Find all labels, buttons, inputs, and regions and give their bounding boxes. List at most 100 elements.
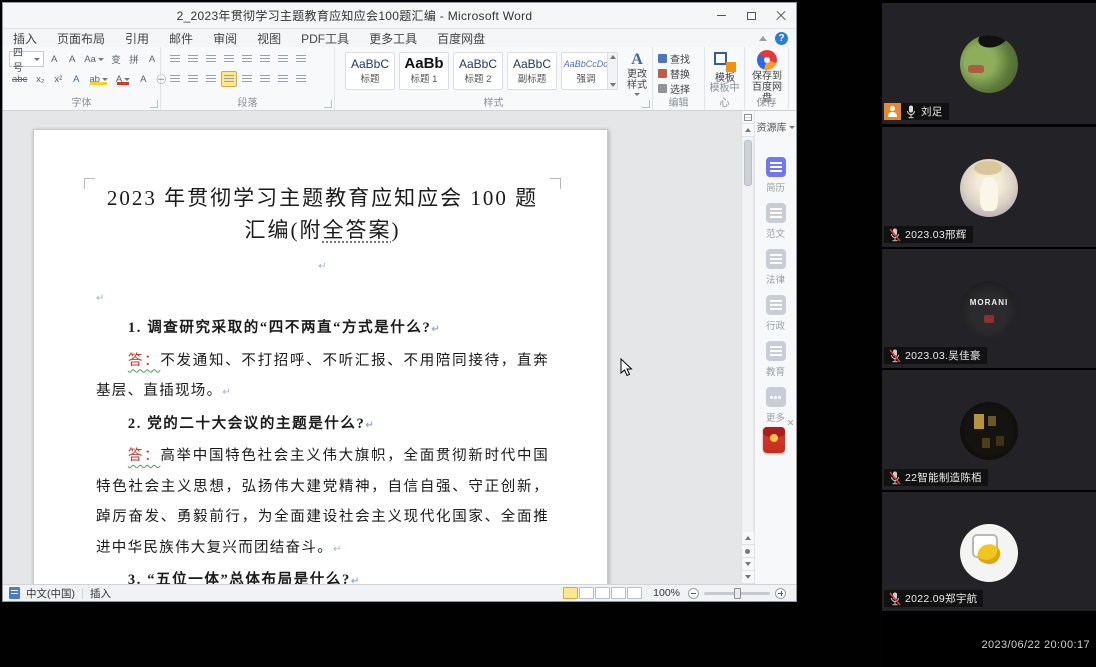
resource-item-resume[interactable]: 简历	[755, 157, 796, 194]
decrease-indent-icon[interactable]	[221, 51, 237, 67]
font-color-icon[interactable]: A	[113, 71, 133, 87]
answer-prefix: 答：	[128, 353, 160, 369]
change-styles-button[interactable]: A 更改样式	[623, 51, 651, 96]
outline-view-button[interactable]	[611, 587, 626, 599]
tab-references[interactable]: 引用	[115, 29, 159, 47]
multilevel-list-icon[interactable]	[203, 51, 219, 67]
resource-item-admin[interactable]: 行政	[755, 295, 796, 332]
replace-button[interactable]: 替换	[658, 67, 690, 80]
asian-layout-icon[interactable]	[257, 51, 273, 67]
zoom-slider[interactable]	[704, 592, 770, 595]
superscript-icon[interactable]: x²	[50, 71, 66, 87]
participant-tile[interactable]: 2023.03邢辉	[882, 127, 1096, 247]
style-heading[interactable]: AaBbC 标题	[345, 52, 395, 90]
style-heading-1[interactable]: AaBb 标题 1	[399, 52, 449, 90]
show-marks-icon[interactable]	[293, 51, 309, 67]
style-subtitle[interactable]: AaBbC 副标题	[507, 52, 557, 90]
title-bar: 2_2023年贯彻学习主题教育应知应会100题汇编 - Microsoft Wo…	[3, 3, 796, 29]
clear-format-icon[interactable]: 变	[108, 51, 124, 67]
participant-tile[interactable]: 22智能制造陈栢	[882, 370, 1096, 490]
text-effects-icon[interactable]: A	[68, 71, 84, 87]
styles-dialog-launcher-icon[interactable]	[642, 100, 650, 108]
borders-icon[interactable]	[293, 71, 309, 87]
tab-pdf-tools[interactable]: PDF工具	[291, 29, 359, 47]
bullets-icon[interactable]	[167, 51, 183, 67]
strikethrough-icon[interactable]: abc	[9, 71, 30, 87]
participant-tile[interactable]: 刘足	[882, 3, 1096, 124]
shading-icon[interactable]	[275, 71, 291, 87]
vertical-scrollbar[interactable]	[741, 111, 753, 584]
highlight-color-icon[interactable]: ab	[86, 71, 111, 87]
character-shading-icon[interactable]: A	[135, 71, 151, 87]
fullscreen-view-button[interactable]	[579, 587, 594, 599]
line-spacing-icon[interactable]	[257, 71, 273, 87]
previous-page-button[interactable]	[742, 532, 754, 545]
align-right-icon[interactable]	[203, 71, 219, 87]
participant-name: 22智能制造陈栢	[905, 470, 982, 485]
scroll-down-button[interactable]	[742, 571, 754, 584]
tab-view[interactable]: 视图	[247, 29, 291, 47]
tab-baidu-netdisk[interactable]: 百度网盘	[427, 29, 495, 47]
draft-view-button[interactable]	[627, 587, 642, 599]
zoom-out-button[interactable]	[688, 588, 699, 599]
insert-mode-indicator[interactable]: 插入	[90, 586, 111, 601]
justify-icon[interactable]	[221, 71, 237, 87]
zoom-slider-thumb[interactable]	[734, 588, 741, 599]
participant-tile[interactable]: MORANI 2023.03.吴佳豪	[882, 249, 1096, 368]
participant-label: 22智能制造陈栢	[884, 469, 988, 486]
change-case-icon[interactable]: Aa	[82, 51, 106, 67]
resource-item-law[interactable]: 法律	[755, 249, 796, 286]
styles-scrollbar[interactable]	[607, 52, 618, 90]
red-envelope-icon[interactable]	[763, 427, 785, 453]
zoom-in-button[interactable]	[775, 588, 786, 599]
browse-object-icon	[745, 549, 750, 554]
paragraph-dialog-launcher-icon[interactable]	[324, 100, 332, 108]
align-left-icon[interactable]	[167, 71, 183, 87]
tab-review[interactable]: 审阅	[203, 29, 247, 47]
scrollbar-thumb[interactable]	[744, 140, 752, 186]
ruler-toggle-button[interactable]	[742, 111, 754, 124]
align-center-icon[interactable]	[185, 71, 201, 87]
help-icon[interactable]: ?	[775, 32, 788, 45]
editing-group: 查找 替换 选择 编辑	[653, 47, 705, 110]
print-layout-view-button[interactable]	[563, 587, 578, 599]
font-size-select[interactable]: 四号	[9, 51, 44, 67]
find-button[interactable]: 查找	[658, 52, 690, 65]
grow-font-icon[interactable]: A	[46, 51, 62, 67]
tab-mailings[interactable]: 邮件	[159, 29, 203, 47]
numbering-icon[interactable]	[185, 51, 201, 67]
sort-icon[interactable]	[275, 51, 291, 67]
distribute-icon[interactable]	[239, 71, 255, 87]
subscript-icon[interactable]: x₂	[32, 71, 48, 87]
style-emphasis[interactable]: AaBbCcDd 强调	[561, 52, 611, 90]
increase-indent-icon[interactable]	[239, 51, 255, 67]
style-heading-2[interactable]: AaBbC 标题 2	[453, 52, 503, 90]
document-page[interactable]: 2023 年贯彻学习主题教育应知应会 100 题 汇编(附全答案) ↵ 1. 调…	[33, 129, 608, 584]
paragraph-group-label: 段落	[161, 94, 334, 109]
tab-page-layout[interactable]: 页面布局	[47, 29, 115, 47]
zoom-level[interactable]: 100%	[653, 587, 680, 599]
web-layout-view-button[interactable]	[595, 587, 610, 599]
resource-item-samples[interactable]: 范文	[755, 203, 796, 240]
scroll-up-button[interactable]	[742, 124, 754, 137]
minimize-button[interactable]	[706, 3, 736, 28]
resource-item-education[interactable]: 教育	[755, 341, 796, 378]
next-page-button[interactable]	[742, 558, 754, 571]
spell-check-icon[interactable]	[9, 587, 20, 599]
character-border-icon[interactable]: A	[144, 51, 160, 67]
close-button[interactable]	[766, 3, 796, 28]
browse-object-button[interactable]	[742, 545, 754, 558]
tab-more-tools[interactable]: 更多工具	[359, 29, 427, 47]
paragraph-group: 段落	[161, 47, 335, 110]
participant-name: 2023.03.吴佳豪	[905, 348, 981, 363]
resource-library-header[interactable]: 资源库	[755, 119, 796, 134]
law-icon	[766, 249, 786, 269]
collapse-ribbon-icon[interactable]	[759, 36, 767, 41]
participant-tile[interactable]: 2022.09郑宇航	[882, 492, 1096, 611]
language-indicator[interactable]: 中文(中国)	[26, 586, 75, 601]
shrink-font-icon[interactable]: A	[64, 51, 80, 67]
maximize-button[interactable]	[736, 3, 766, 28]
phonetic-guide-icon[interactable]: 拼	[126, 51, 142, 67]
red-envelope-close-icon[interactable]	[787, 419, 794, 426]
font-dialog-launcher-icon[interactable]	[150, 100, 158, 108]
